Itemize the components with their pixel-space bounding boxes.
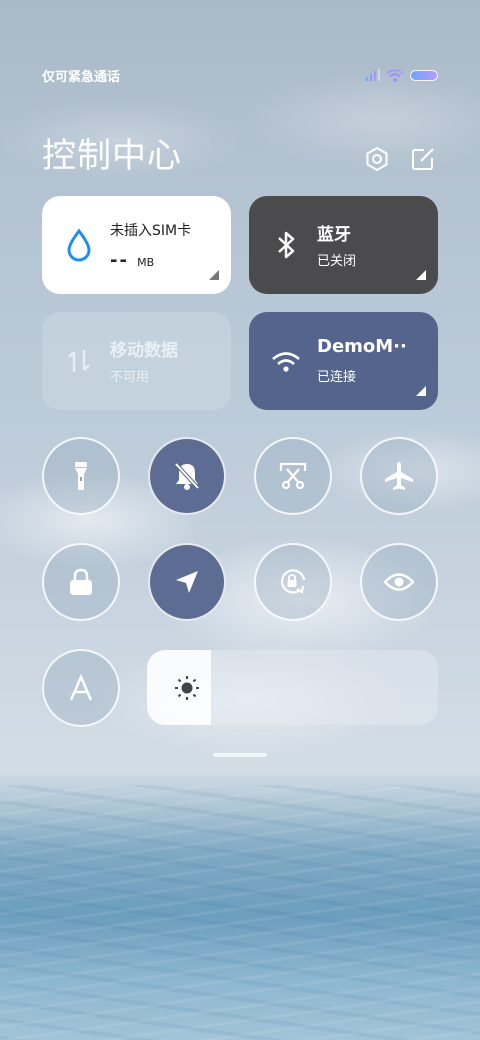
mobile-data-status: 不可用	[110, 370, 150, 385]
location-toggle[interactable]	[148, 543, 226, 621]
sun-icon	[175, 676, 199, 700]
eye-icon	[383, 573, 415, 591]
mobile-data-title: 移动数据	[110, 341, 178, 361]
letter-a-icon	[69, 674, 93, 701]
status-icons	[366, 66, 438, 84]
airplane-toggle[interactable]	[360, 437, 438, 515]
wifi-icon	[386, 68, 404, 82]
data-usage-card[interactable]: 未插入SIM卡 -- MB	[42, 196, 231, 294]
bluetooth-icon	[278, 231, 295, 259]
bell-off-icon	[174, 462, 200, 490]
drag-handle[interactable]	[213, 753, 267, 757]
auto-brightness-toggle[interactable]	[42, 649, 120, 727]
screenshot-toggle[interactable]	[254, 437, 332, 515]
page-title: 控制中心	[42, 136, 182, 176]
rotation-lock-icon	[281, 569, 306, 594]
brightness-slider[interactable]	[147, 650, 438, 725]
reading-mode-toggle[interactable]	[360, 543, 438, 621]
wifi-network-name: DemoM··	[317, 336, 407, 357]
wifi-icon	[272, 352, 300, 372]
flashlight-icon	[75, 462, 87, 490]
mute-toggle[interactable]	[148, 437, 226, 515]
sim-status-text: 未插入SIM卡	[110, 223, 192, 239]
signal-icon	[366, 69, 380, 81]
rotation-lock-toggle[interactable]	[254, 543, 332, 621]
flashlight-toggle[interactable]	[42, 437, 120, 515]
edit-icon[interactable]	[410, 146, 436, 172]
expand-corner-icon	[209, 270, 219, 280]
data-arrows-icon	[68, 350, 90, 372]
bluetooth-card[interactable]: 蓝牙 已关闭	[249, 196, 438, 294]
bluetooth-status: 已关闭	[317, 254, 357, 269]
wallpaper-sea	[0, 785, 480, 1040]
water-drop-icon	[67, 228, 91, 262]
wifi-status: 已连接	[317, 370, 357, 385]
carrier-status-text: 仅可紧急通话	[42, 70, 121, 85]
battery-icon	[410, 69, 438, 81]
bluetooth-title: 蓝牙	[317, 225, 351, 245]
expand-corner-icon	[416, 386, 426, 396]
lock-screen-toggle[interactable]	[42, 543, 120, 621]
data-usage-value: -- MB	[110, 250, 155, 271]
wifi-card[interactable]: DemoM·· 已连接	[249, 312, 438, 410]
lock-icon	[70, 568, 92, 595]
mobile-data-card[interactable]: 移动数据 不可用	[42, 312, 231, 410]
settings-icon[interactable]	[364, 146, 390, 172]
expand-corner-icon	[416, 270, 426, 280]
airplane-icon	[385, 462, 413, 490]
scissors-icon	[279, 462, 307, 490]
location-arrow-icon	[176, 571, 198, 593]
